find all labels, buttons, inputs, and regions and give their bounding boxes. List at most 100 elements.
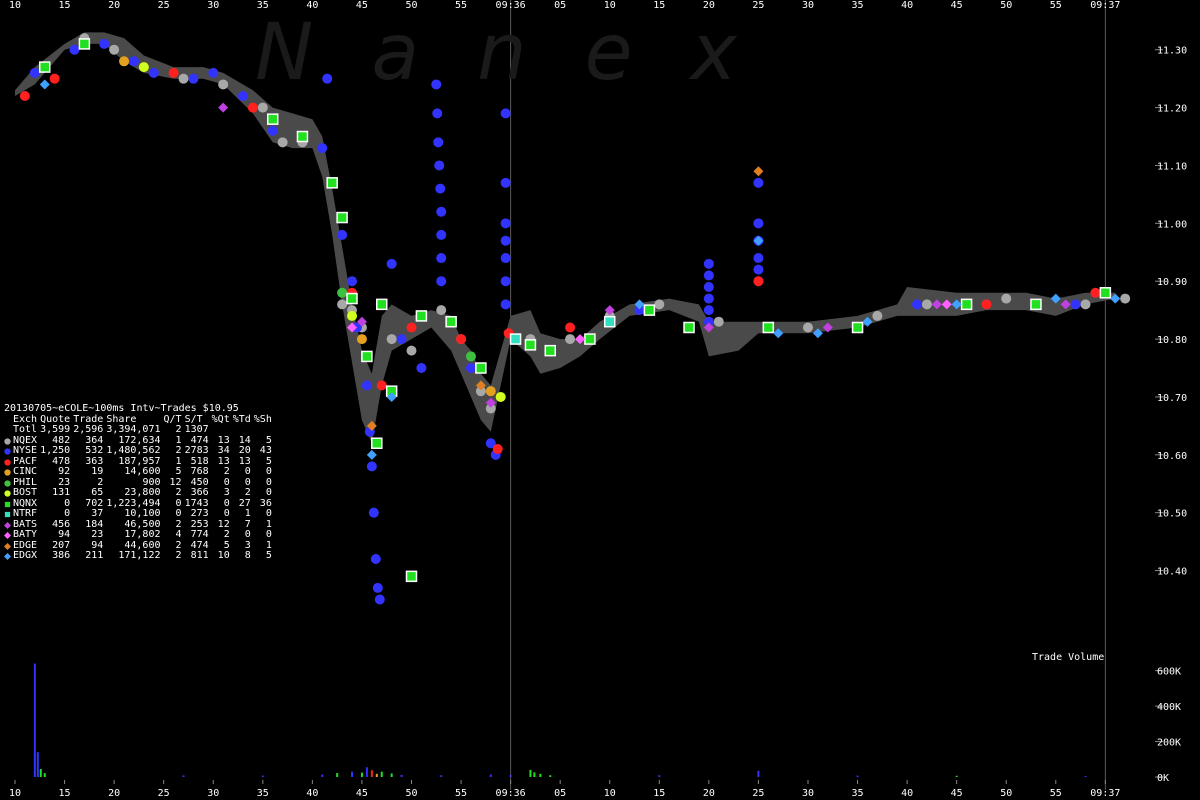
stats-cell: 0	[64, 508, 71, 519]
trade-marker-point	[208, 67, 219, 78]
volume-bar	[856, 775, 859, 777]
trade-marker-point	[433, 137, 444, 148]
x-tick-label-bottom: 45	[356, 788, 368, 799]
legend-marker-circle-icon	[4, 448, 11, 455]
x-tick-label-bottom: 09:36	[496, 788, 526, 799]
stats-column-header: %Sh	[253, 413, 272, 425]
stats-cell: 0	[223, 508, 230, 519]
trade-marker-point	[356, 334, 367, 345]
volume-y-tick-label: 400K	[1157, 702, 1181, 713]
stats-cell: 273	[190, 508, 209, 519]
stats-exchange-label: Totl	[13, 424, 38, 435]
stats-cell: 94	[58, 529, 71, 540]
y-tick-label: 10.60	[1157, 451, 1187, 462]
exchange-stats-table: 20130705~eCOLE~100ms Intv~Trades $10.95 …	[4, 403, 275, 562]
trade-marker-point	[1030, 298, 1042, 311]
x-tick-label-bottom: 10	[604, 788, 616, 799]
y-tick-label: 11.10	[1157, 161, 1187, 172]
volume-bar	[370, 770, 373, 777]
trade-marker-point	[78, 38, 91, 50]
stats-exchange-label: BOST	[13, 487, 38, 498]
trade-marker-point	[500, 108, 511, 119]
volume-bar	[336, 773, 339, 777]
stats-cell: 34	[217, 445, 230, 456]
trade-marker-point	[370, 553, 381, 564]
trade-marker-point	[495, 391, 506, 402]
legend-marker-circle-icon	[4, 479, 11, 487]
legend-marker-circle-icon	[4, 437, 11, 445]
x-tick-label-bottom: 40	[901, 788, 913, 799]
trade-marker-point	[603, 315, 616, 328]
stats-cell: 532	[85, 445, 104, 456]
trade-marker-point	[386, 258, 397, 269]
volume-bar	[261, 775, 264, 777]
trade-marker-point	[376, 380, 387, 391]
stats-cell: 171,122	[118, 550, 161, 561]
stats-column-header: %Qt	[211, 413, 230, 425]
trade-marker-point	[1099, 287, 1112, 299]
trade-marker-point	[337, 299, 348, 310]
volume-bar	[539, 773, 542, 777]
volume-bar	[321, 774, 324, 777]
trade-marker-point	[485, 386, 496, 397]
stats-cell: 23	[91, 529, 104, 540]
x-tick-label-top: 30	[207, 0, 219, 11]
trade-marker-point	[851, 321, 864, 334]
trade-marker-point	[713, 316, 724, 327]
trade-marker-point	[703, 305, 714, 316]
x-tick-label-top: 25	[158, 0, 170, 11]
stats-row: NYSE 1,250 532 1,480,562 2 2783 34 20 43	[4, 445, 275, 457]
legend-marker-square-icon	[4, 511, 11, 518]
x-tick-label-bottom: 55	[455, 788, 467, 799]
trade-marker-point	[565, 334, 576, 345]
trade-marker-point	[39, 79, 50, 90]
trade-marker-point	[703, 258, 714, 269]
stats-cell: 3,599	[40, 424, 71, 435]
volume-bar	[380, 771, 383, 777]
stats-row: CINC 92 19 14,600 5 768 2 0 0	[4, 466, 275, 478]
stats-row: NTRF 0 37 10,100 0 273 0 1 0	[4, 508, 275, 520]
x-tick-label-bottom: 25	[158, 788, 170, 799]
stats-cell: 0	[244, 529, 251, 540]
trade-marker-point	[432, 108, 443, 119]
volume-bar	[440, 775, 443, 777]
stats-cell: 0	[244, 466, 251, 477]
stats-cell: 366	[190, 487, 209, 498]
stats-column-header: %Td	[232, 413, 251, 425]
stats-cell: 1,250	[40, 445, 71, 456]
x-tick-label-bottom: 50	[1000, 788, 1012, 799]
trade-marker-point	[374, 594, 385, 605]
trade-marker-point	[981, 299, 992, 310]
stats-cell: 10	[217, 550, 230, 561]
x-tick-label-bottom: 25	[752, 788, 764, 799]
volume-bar	[1084, 775, 1087, 777]
volume-bar	[529, 769, 532, 777]
volume-y-tick-label: 0K	[1157, 773, 1169, 784]
trade-marker-point	[386, 334, 397, 345]
y-tick-label: 11.20	[1157, 104, 1187, 115]
trade-marker-point	[436, 276, 447, 287]
stats-exchange-label: NQNX	[13, 497, 38, 509]
trade-marker-point	[753, 253, 764, 264]
trade-marker-point	[584, 333, 596, 345]
x-tick-label-top: 10	[9, 0, 21, 11]
stats-exchange-label: NQEX	[13, 434, 38, 446]
trade-marker-point	[148, 67, 159, 78]
stats-cell: 2,596	[73, 424, 104, 435]
y-tick-label: 10.90	[1157, 277, 1187, 288]
x-tick-label-bottom: 09:37	[1090, 788, 1120, 799]
trade-marker-point	[436, 229, 447, 240]
stats-cell	[254, 425, 275, 436]
trade-marker-point	[376, 298, 388, 311]
stats-cell: 8	[244, 550, 251, 561]
trade-marker-point	[500, 177, 511, 188]
trade-marker-point	[500, 253, 511, 264]
x-tick-label-bottom: 45	[951, 788, 963, 799]
series-bats	[218, 102, 1071, 408]
stats-exchange-label: NTRF	[13, 508, 38, 519]
legend-marker-diamond-icon	[4, 521, 11, 529]
stats-cell: 774	[190, 529, 209, 540]
trade-marker-point	[415, 310, 428, 322]
trade-marker-point	[326, 177, 338, 189]
stats-cell: 17,802	[124, 529, 161, 540]
